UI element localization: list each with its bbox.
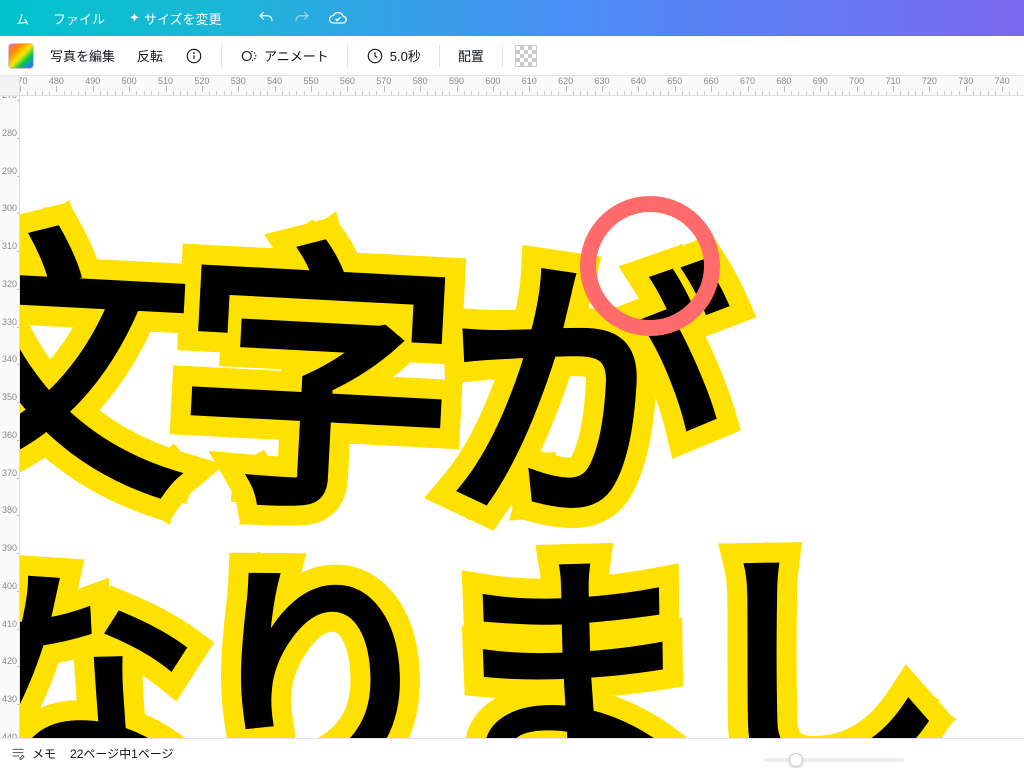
canvas-stage[interactable]: 文字が 文字が なりまし なりまし [20, 96, 1024, 738]
hruler-tick: 620 [556, 76, 576, 86]
hruler-tick: 470 [20, 76, 30, 86]
annotation-circle [580, 196, 720, 336]
cloud-sync-button[interactable] [324, 4, 352, 32]
vruler-tick: 410 [2, 619, 17, 639]
hruler-tick: 480 [46, 76, 66, 86]
vruler-tick: 370 [2, 468, 17, 488]
home-menu[interactable]: ム [8, 5, 37, 32]
hruler-tick: 730 [956, 76, 976, 86]
hruler-tick: 670 [738, 76, 758, 86]
page-indicator[interactable]: 22ページ中1ページ [70, 745, 174, 762]
hruler-tick: 630 [592, 76, 612, 86]
flip-label: 反転 [137, 46, 163, 65]
clock-icon [366, 47, 384, 65]
hruler-tick: 650 [665, 76, 685, 86]
file-menu[interactable]: ファイル [45, 5, 113, 32]
edit-photo-button[interactable]: 写真を編集 [44, 42, 121, 69]
undo-icon [257, 9, 275, 27]
redo-icon [293, 9, 311, 27]
vertical-ruler[interactable]: 270 280 290 300 310 320 330 340 350 360 370 380 390 4… [0, 96, 20, 738]
flip-button[interactable]: 反転 [131, 42, 169, 69]
vruler-tick: 300 [2, 203, 17, 223]
toolbar-divider [439, 45, 440, 67]
hruler-tick: 720 [919, 76, 939, 86]
toolbar-divider [347, 45, 348, 67]
animate-label: アニメート [264, 46, 329, 65]
home-label: ム [16, 9, 29, 28]
transparency-button[interactable] [515, 45, 537, 67]
notes-icon [10, 746, 26, 762]
hruler-tick: 740 [992, 76, 1012, 86]
edit-photo-label: 写真を編集 [50, 46, 115, 65]
vruler-tick: 280 [2, 128, 17, 148]
toolbar-divider [502, 45, 503, 67]
hruler-tick: 680 [774, 76, 794, 86]
file-label: ファイル [53, 9, 105, 28]
hruler-tick: 530 [228, 76, 248, 86]
animate-button[interactable]: アニメート [234, 42, 335, 69]
hruler-tick: 710 [883, 76, 903, 86]
ruler-corner [0, 76, 20, 96]
footer-bar: メモ 22ページ中1ページ [0, 738, 1024, 768]
hruler-tick: 560 [337, 76, 357, 86]
vruler-tick: 390 [2, 543, 17, 563]
info-icon [185, 47, 203, 65]
hruler-tick: 610 [519, 76, 539, 86]
undo-button[interactable] [252, 4, 280, 32]
vruler-tick: 320 [2, 279, 17, 299]
notes-label: メモ [32, 745, 56, 762]
hruler-tick: 550 [301, 76, 321, 86]
position-button[interactable]: 配置 [452, 42, 490, 69]
hruler-tick: 700 [847, 76, 867, 86]
hruler-tick: 500 [119, 76, 139, 86]
hruler-tick: 590 [447, 76, 467, 86]
duration-button[interactable]: 5.0秒 [360, 42, 427, 69]
vruler-tick: 420 [2, 656, 17, 676]
hruler-tick: 580 [410, 76, 430, 86]
resize-menu[interactable]: ✦ サイズを変更 [121, 5, 230, 32]
position-label: 配置 [458, 46, 484, 65]
hruler-tick: 690 [810, 76, 830, 86]
hruler-tick: 520 [192, 76, 212, 86]
redo-button[interactable] [288, 4, 316, 32]
horizontal-ruler[interactable]: 470 480 490 500 510 520 530 540 550 560 570 580 590 6… [20, 76, 1024, 96]
hruler-tick: 490 [83, 76, 103, 86]
vruler-tick: 360 [2, 430, 17, 450]
animate-icon [240, 47, 258, 65]
hruler-tick: 540 [265, 76, 285, 86]
vruler-tick: 380 [2, 505, 17, 525]
resize-label: サイズを変更 [144, 9, 222, 28]
magic-star-icon: ✦ [129, 10, 140, 26]
vruler-tick: 270 [2, 96, 17, 110]
cloud-check-icon [328, 8, 348, 28]
vruler-tick: 400 [2, 581, 17, 601]
color-picker-swatch[interactable] [8, 43, 34, 69]
vruler-tick: 330 [2, 317, 17, 337]
context-toolbar: 写真を編集 反転 アニメート 5.0秒 配置 [0, 36, 1024, 76]
vruler-tick: 350 [2, 392, 17, 412]
hruler-tick: 660 [701, 76, 721, 86]
vruler-tick: 290 [2, 166, 17, 186]
text-line2[interactable]: なりまし [20, 463, 943, 738]
vruler-tick: 340 [2, 354, 17, 374]
vruler-tick: 430 [2, 694, 17, 714]
zoom-slider[interactable] [764, 758, 904, 762]
toolbar-divider [221, 45, 222, 67]
duration-label: 5.0秒 [390, 46, 421, 65]
hruler-tick: 510 [156, 76, 176, 86]
zoom-slider-knob[interactable] [789, 753, 803, 767]
hruler-tick: 640 [628, 76, 648, 86]
top-menubar: ム ファイル ✦ サイズを変更 [0, 0, 1024, 36]
vruler-tick: 310 [2, 241, 17, 261]
hruler-tick: 570 [374, 76, 394, 86]
hruler-tick: 600 [483, 76, 503, 86]
info-button[interactable] [179, 43, 209, 69]
notes-button[interactable]: メモ [10, 745, 56, 762]
